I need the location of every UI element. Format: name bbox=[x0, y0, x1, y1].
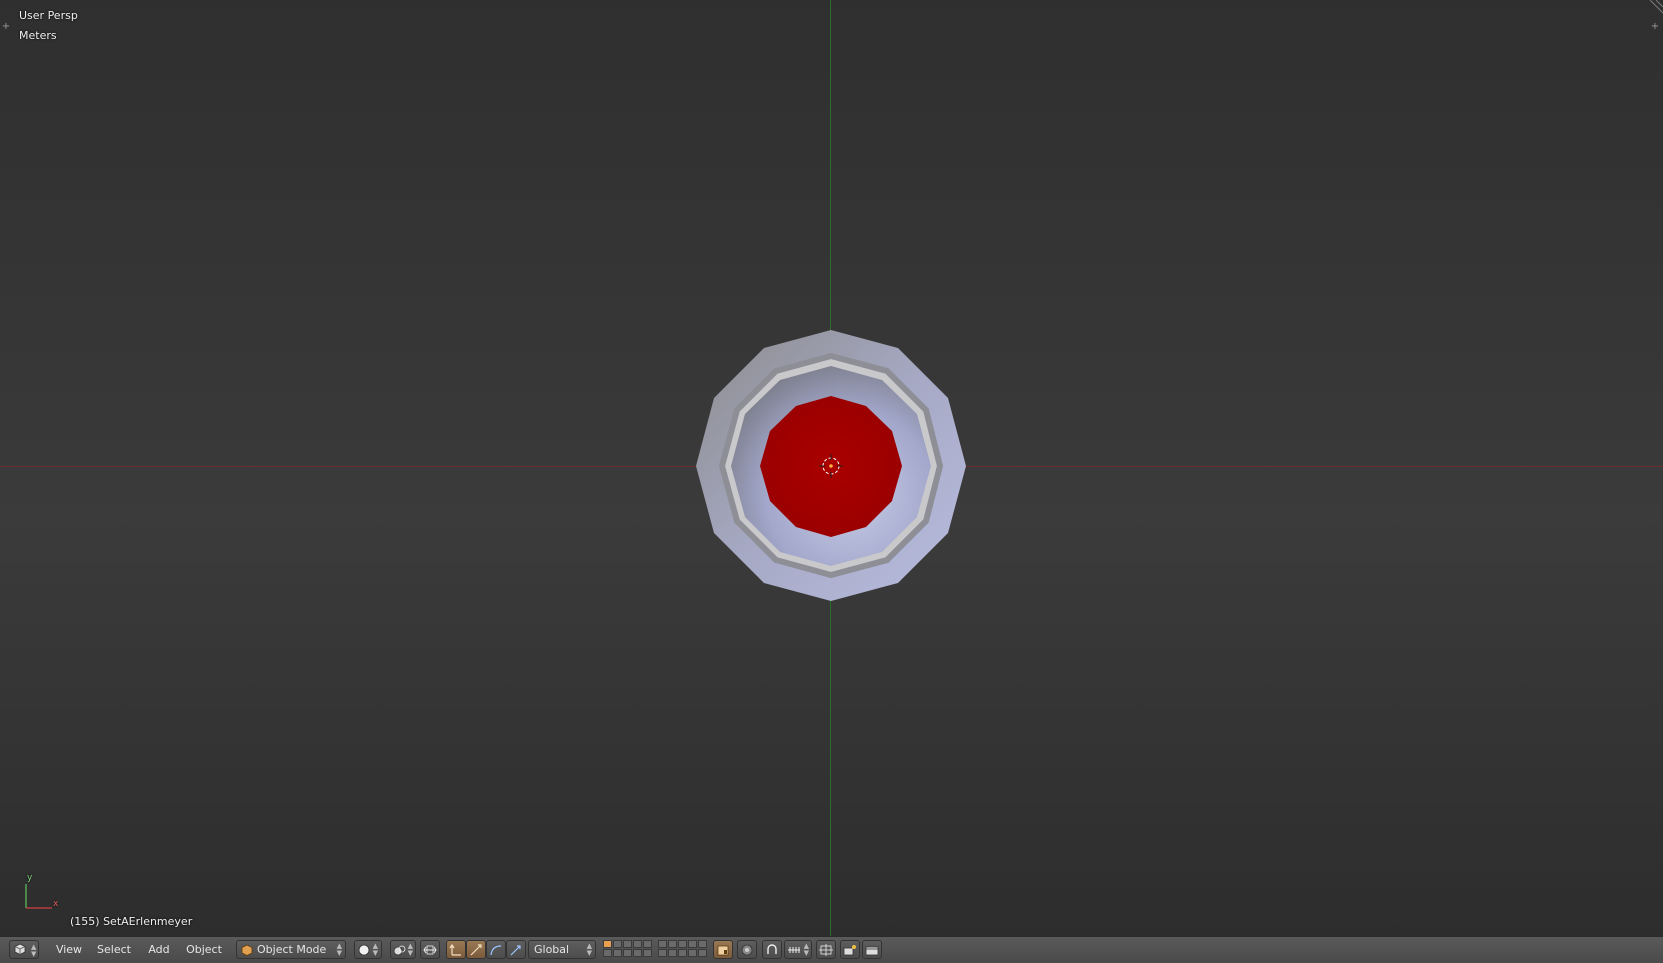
layers-grid-right[interactable] bbox=[658, 940, 707, 959]
mode-selector[interactable]: Object Mode ▲ ▼ bbox=[236, 940, 346, 959]
scale-icon bbox=[510, 945, 521, 956]
scale-manipulator-button[interactable] bbox=[506, 940, 526, 959]
proportional-editing-button[interactable] bbox=[737, 940, 757, 959]
manipulator-toggle-icon bbox=[423, 945, 437, 955]
axis-gizmo bbox=[25, 884, 52, 909]
view-name-label: User Persp bbox=[19, 9, 78, 22]
snap-target-button[interactable] bbox=[816, 940, 836, 959]
translate-icon bbox=[449, 944, 461, 956]
opengl-render-icon bbox=[843, 945, 856, 956]
snap-toggle-button[interactable] bbox=[762, 940, 782, 959]
rotate-curve-icon bbox=[490, 945, 502, 956]
viewport-shading-button[interactable]: ▲ ▼ bbox=[354, 940, 382, 959]
object-info-label: (155) SetAErlenmeyer bbox=[70, 915, 193, 928]
3d-viewport[interactable]: User Persp Meters y x (155) SetAErlenmey… bbox=[0, 0, 1663, 936]
pivot-point-icon bbox=[393, 945, 406, 956]
opengl-render-button[interactable] bbox=[840, 940, 860, 959]
gizmo-y-label: y bbox=[27, 873, 33, 883]
object-origin-icon bbox=[829, 464, 833, 468]
flask-object[interactable] bbox=[0, 0, 1663, 936]
orientation-label: Global bbox=[534, 943, 570, 956]
editor-type-button[interactable]: ▲ ▼ bbox=[9, 940, 39, 959]
transform-orientation-selector[interactable]: Global ▲ ▼ bbox=[528, 940, 596, 959]
add-menu[interactable]: Add bbox=[146, 941, 172, 959]
opengl-animation-icon bbox=[865, 946, 879, 956]
opengl-animation-button[interactable] bbox=[862, 940, 882, 959]
3d-view-header: ▲ ▼ View Select Add Object Object Mode ▲ ▼… bbox=[0, 936, 1663, 963]
gizmo-x-label: x bbox=[53, 899, 59, 909]
proportional-editing-icon bbox=[741, 944, 753, 956]
view-menu[interactable]: View bbox=[52, 941, 86, 959]
lock-camera-button[interactable] bbox=[713, 940, 733, 959]
rotate-manipulator-button[interactable] bbox=[466, 940, 486, 959]
object-menu[interactable]: Object bbox=[184, 941, 224, 959]
snap-element-button[interactable]: ▲ ▼ bbox=[784, 940, 812, 959]
cube-icon bbox=[241, 944, 253, 956]
area-corner-handle-icon[interactable] bbox=[1648, 0, 1663, 15]
translate-manipulator-button[interactable] bbox=[446, 940, 466, 959]
units-label: Meters bbox=[19, 29, 57, 42]
snap-increment-icon bbox=[788, 947, 800, 953]
pivot-point-button[interactable]: ▲ ▼ bbox=[390, 940, 416, 959]
lock-camera-icon bbox=[717, 945, 729, 956]
solid-sphere-icon bbox=[358, 944, 370, 956]
manipulator-toggle-button[interactable] bbox=[420, 940, 440, 959]
area-split-widget-right[interactable]: + bbox=[1650, 22, 1660, 32]
rotate-icon bbox=[470, 944, 482, 956]
3d-view-icon bbox=[14, 943, 26, 955]
mode-label: Object Mode bbox=[257, 943, 327, 956]
area-split-widget-left[interactable]: + bbox=[1, 22, 11, 32]
snap-target-icon bbox=[819, 944, 833, 956]
layers-grid-left[interactable] bbox=[603, 940, 652, 959]
snap-magnet-icon bbox=[767, 944, 777, 954]
select-menu[interactable]: Select bbox=[95, 941, 133, 959]
scale-curve-button[interactable] bbox=[486, 940, 506, 959]
